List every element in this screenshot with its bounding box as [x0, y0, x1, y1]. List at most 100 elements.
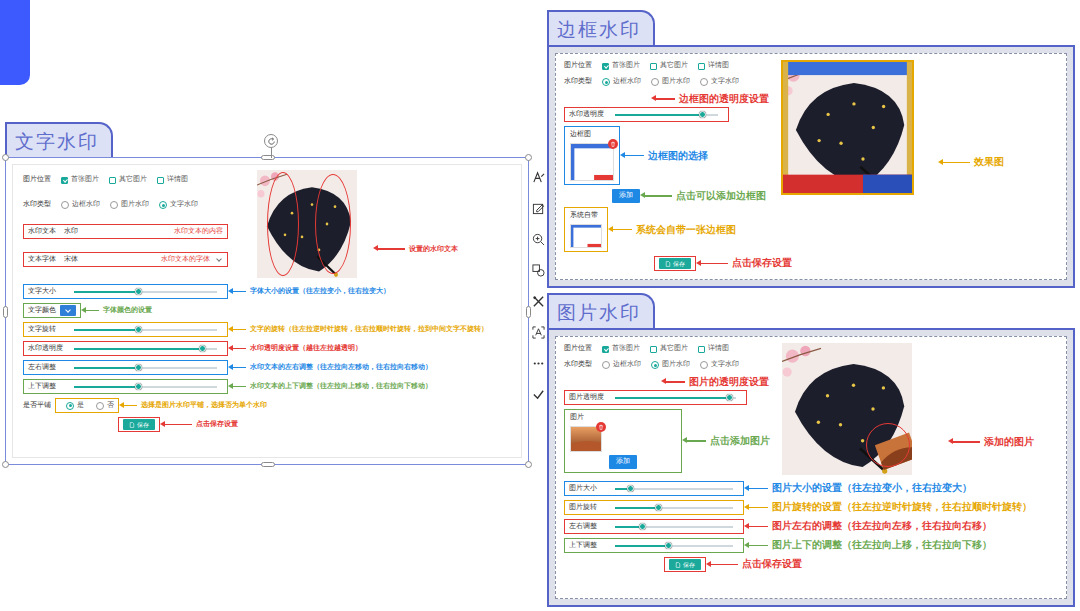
radio-button[interactable]	[602, 78, 610, 86]
radio-option[interactable]: 边框水印	[602, 77, 641, 87]
radio-option[interactable]: 文字水印	[159, 200, 198, 210]
radio-option[interactable]: 图片水印	[651, 77, 690, 87]
save-button[interactable]: 保存	[659, 258, 691, 269]
slider-knob[interactable]	[726, 394, 733, 401]
slider-knob[interactable]	[135, 383, 142, 390]
slider-track[interactable]	[615, 397, 736, 399]
shapes-icon[interactable]	[532, 264, 545, 277]
frame-thumbnail[interactable]	[570, 224, 602, 248]
checkbox[interactable]	[698, 63, 705, 70]
chevron-down-icon[interactable]	[216, 256, 222, 262]
resize-handle[interactable]	[261, 462, 275, 467]
checkbox[interactable]	[698, 346, 705, 353]
slider-track[interactable]	[615, 545, 733, 547]
radio-button[interactable]	[651, 78, 659, 86]
delete-icon[interactable]	[608, 139, 618, 149]
resize-handle[interactable]	[2, 154, 9, 161]
slider-track[interactable]	[74, 291, 217, 293]
save-button[interactable]: 保存	[123, 419, 155, 430]
ocr-icon[interactable]	[532, 326, 545, 339]
checkbox[interactable]	[650, 346, 657, 353]
radio-option[interactable]: 图片水印	[110, 200, 149, 210]
radio-option[interactable]: 图片水印	[651, 360, 690, 370]
font-select[interactable]: 宋体	[60, 255, 157, 265]
checkbox[interactable]	[650, 63, 657, 70]
tools-icon[interactable]	[532, 295, 545, 308]
slider-knob[interactable]	[199, 345, 206, 352]
radio-button[interactable]	[96, 402, 104, 410]
checkbox-option[interactable]: 首张图片	[602, 61, 640, 71]
add-button[interactable]: 添加	[609, 455, 637, 469]
more-icon[interactable]	[532, 357, 545, 370]
radio-option[interactable]: 边框水印	[602, 360, 641, 370]
slider-track[interactable]	[74, 386, 217, 388]
radio-button[interactable]	[602, 361, 610, 369]
save-button[interactable]: 保存	[669, 559, 701, 570]
radio-button[interactable]	[159, 201, 167, 209]
slider-track[interactable]	[615, 114, 718, 116]
slider-track[interactable]	[74, 348, 217, 350]
radio-button[interactable]	[66, 402, 74, 410]
checkbox-option[interactable]: 其它图片	[109, 175, 147, 185]
color-picker[interactable]	[60, 305, 76, 316]
slider-track[interactable]	[74, 329, 217, 331]
resize-handle[interactable]	[526, 306, 531, 318]
radio-option[interactable]: 否	[96, 401, 114, 411]
resize-handle[interactable]	[261, 155, 275, 160]
checkbox[interactable]	[109, 177, 116, 184]
radio-option[interactable]: 边框水印	[61, 200, 100, 210]
radio-button[interactable]	[61, 201, 69, 209]
resize-handle[interactable]	[3, 306, 8, 318]
panel-title: 文字水印	[15, 130, 99, 152]
slider-track[interactable]	[615, 526, 733, 528]
slider-track[interactable]	[74, 367, 217, 369]
radio-button[interactable]	[110, 201, 118, 209]
radio-button[interactable]	[700, 361, 708, 369]
slider-knob[interactable]	[135, 364, 142, 371]
slider-knob[interactable]	[135, 326, 142, 333]
annotation: 点击保存设置	[700, 256, 792, 270]
delete-icon[interactable]	[596, 422, 606, 432]
slider-knob[interactable]	[135, 288, 142, 295]
check-icon[interactable]	[532, 388, 545, 401]
rotate-icon[interactable]	[264, 134, 278, 148]
resize-handle[interactable]	[525, 154, 532, 161]
text-style-icon[interactable]	[532, 171, 545, 184]
radio-option[interactable]: 文字水印	[700, 77, 739, 87]
resize-handle[interactable]	[2, 461, 9, 468]
checkbox[interactable]	[157, 177, 164, 184]
slider-knob[interactable]	[699, 111, 706, 118]
watermark-panel: 文字水印图片位置首张图片其它图片详情图水印类型边框水印图片水印文字水印水印文本水…	[5, 122, 529, 465]
radio-button[interactable]	[651, 361, 659, 369]
slider-row: 水印透明度	[564, 107, 729, 122]
option-label: 首张图片	[612, 344, 640, 354]
checkbox-option[interactable]: 详情图	[157, 175, 188, 185]
setting-row: 上下调整水印文本的上下调整（往左拉向上移动，往右拉向下移动）	[23, 379, 511, 394]
edit-icon[interactable]	[532, 202, 545, 215]
checkbox[interactable]	[602, 346, 609, 353]
radio-option[interactable]: 文字水印	[700, 360, 739, 370]
form-top: 图片位置首张图片其它图片详情图水印类型边框水印图片水印文字水印边框图的透明度设置…	[564, 60, 1058, 271]
zoom-icon[interactable]	[532, 233, 545, 246]
text-input[interactable]: 水印	[60, 227, 170, 237]
checkbox-option[interactable]: 其它图片	[650, 61, 688, 71]
radio-button[interactable]	[700, 78, 708, 86]
frame-thumbnail[interactable]	[570, 143, 614, 181]
slider-knob[interactable]	[639, 523, 646, 530]
checkbox-option[interactable]: 首张图片	[61, 175, 99, 185]
image-thumbnail[interactable]	[570, 426, 602, 452]
slider-knob[interactable]	[627, 485, 634, 492]
checkbox[interactable]	[602, 63, 609, 70]
checkbox-option[interactable]: 详情图	[698, 344, 729, 354]
checkbox[interactable]	[61, 177, 68, 184]
resize-handle[interactable]	[525, 461, 532, 468]
checkbox-option[interactable]: 详情图	[698, 61, 729, 71]
slider-knob[interactable]	[655, 504, 662, 511]
slider-track[interactable]	[615, 488, 733, 490]
add-button[interactable]: 添加	[612, 189, 640, 203]
slider-track[interactable]	[615, 507, 733, 509]
checkbox-option[interactable]: 首张图片	[602, 344, 640, 354]
checkbox-option[interactable]: 其它图片	[650, 344, 688, 354]
slider-knob[interactable]	[665, 542, 672, 549]
radio-option[interactable]: 是	[66, 401, 84, 411]
